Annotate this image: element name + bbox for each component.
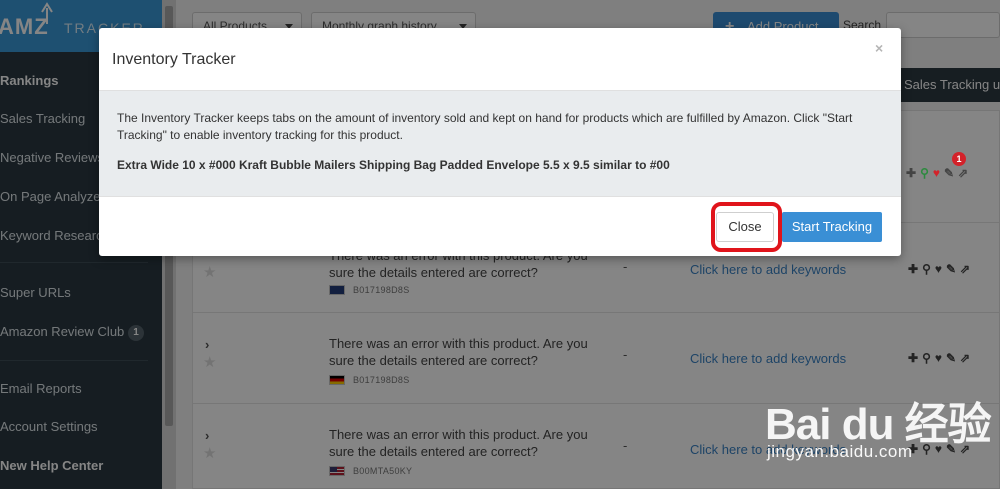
add-icon[interactable]: ✚ bbox=[906, 166, 920, 180]
watermark-url: jingyan.baidu.com bbox=[767, 442, 913, 461]
modal-body: The Inventory Tracker keeps tabs on the … bbox=[99, 90, 901, 197]
highlight-annotation bbox=[711, 202, 782, 252]
row-actions: ✚⚲♥✎⇗ bbox=[906, 166, 972, 180]
favorites-badge: 1 bbox=[952, 152, 966, 166]
modal-title: Inventory Tracker bbox=[112, 51, 236, 68]
modal-header: Inventory Tracker × bbox=[99, 28, 901, 90]
close-icon[interactable]: × bbox=[875, 40, 883, 56]
baidu-watermark: Bai du 经验 jingyan.baidu.com bbox=[765, 388, 995, 468]
modal-product-name: Extra Wide 10 x #000 Kraft Bubble Mailer… bbox=[117, 158, 670, 172]
edit-icon[interactable]: ✎ bbox=[944, 166, 958, 180]
start-tracking-button[interactable]: Start Tracking bbox=[782, 212, 882, 242]
external-link-icon[interactable]: ⇗ bbox=[958, 166, 972, 180]
heart-icon[interactable]: ♥ bbox=[933, 166, 944, 180]
search-icon[interactable]: ⚲ bbox=[920, 166, 933, 180]
modal-description: The Inventory Tracker keeps tabs on the … bbox=[117, 111, 853, 142]
